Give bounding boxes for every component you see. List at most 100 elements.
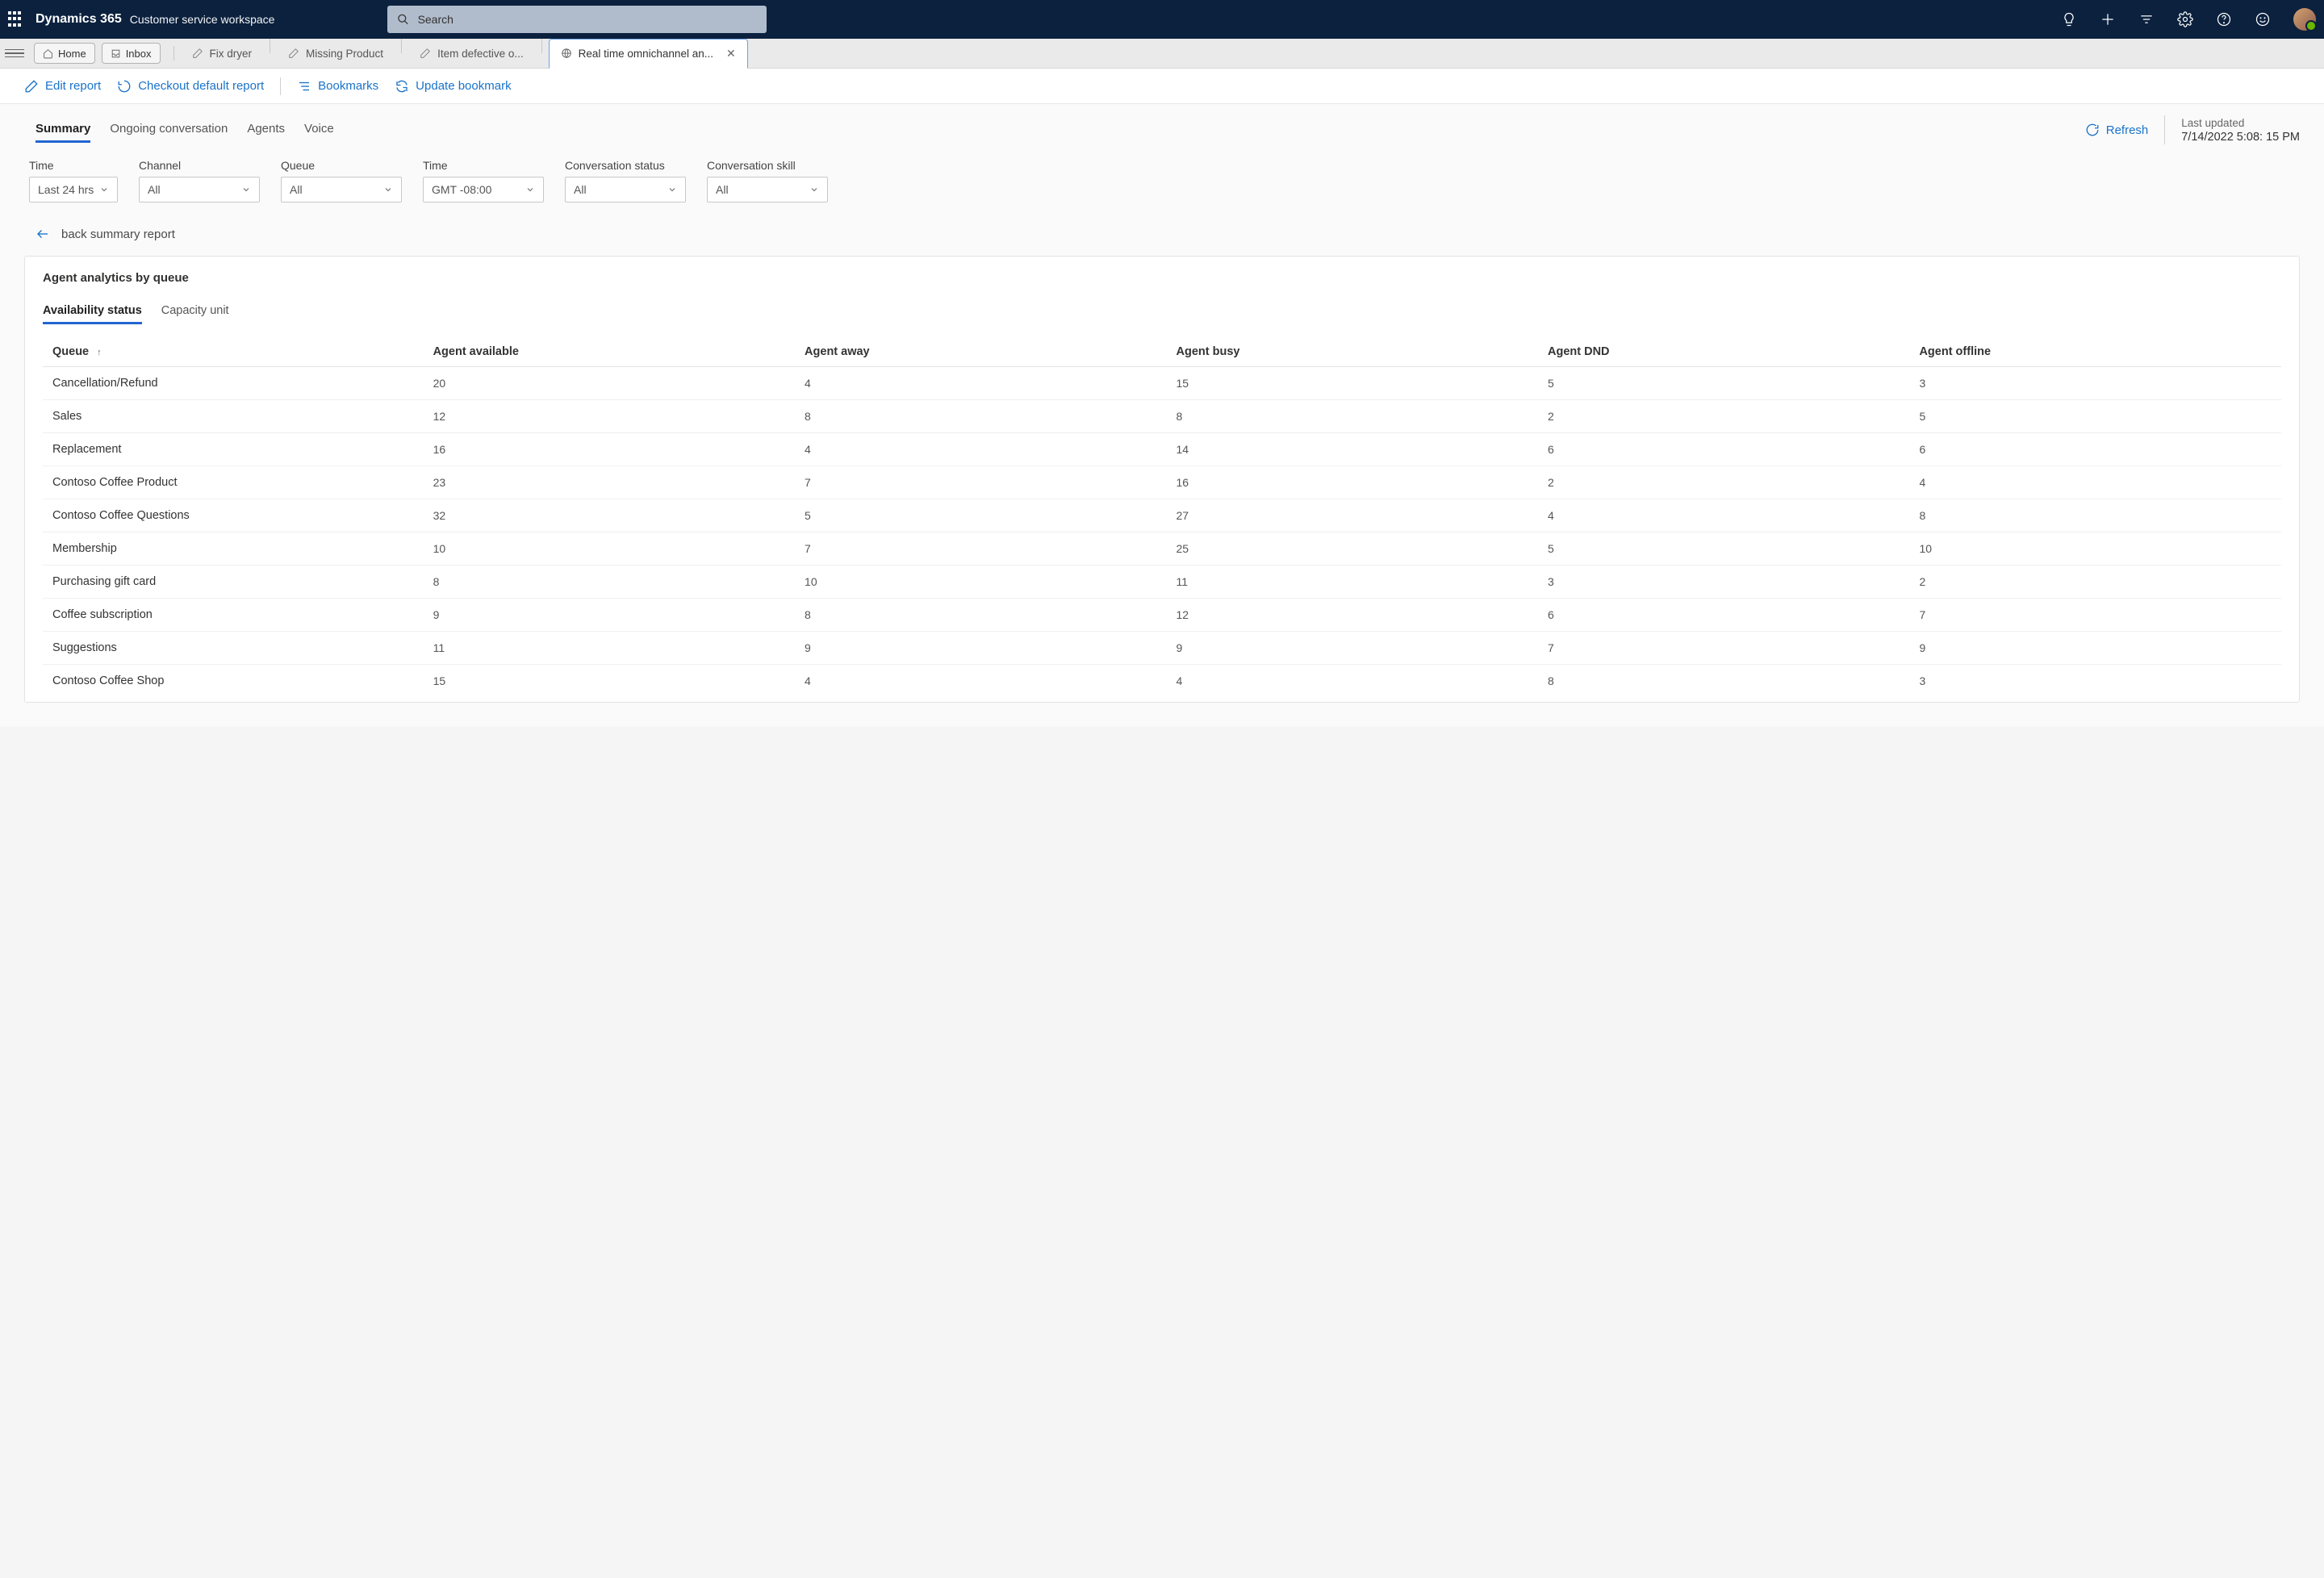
- filter-select[interactable]: All: [707, 177, 828, 202]
- table-header[interactable]: Agent offline: [1909, 337, 2281, 367]
- app-subtitle: Customer service workspace: [130, 13, 275, 26]
- table-cell: 8: [1167, 400, 1538, 433]
- user-avatar[interactable]: [2293, 8, 2316, 31]
- table-header[interactable]: Agent available: [424, 337, 795, 367]
- table-cell: 9: [795, 632, 1166, 665]
- table-cell: 15: [1167, 367, 1538, 400]
- table-cell: Sales: [43, 400, 424, 433]
- last-updated: Last updated 7/14/2022 5:08: 15 PM: [2181, 117, 2300, 144]
- table-row: Purchasing gift card8101132: [43, 566, 2281, 599]
- filter: ChannelAll: [139, 159, 260, 202]
- table-cell: 6: [1909, 433, 2281, 466]
- header-icons: [2061, 8, 2316, 31]
- table-cell: Purchasing gift card: [43, 566, 424, 599]
- table-row: Contoso Coffee Shop154483: [43, 665, 2281, 698]
- bookmarks-button[interactable]: Bookmarks: [297, 79, 378, 94]
- search-icon: [397, 13, 409, 26]
- inbox-label: Inbox: [126, 48, 152, 60]
- gear-icon[interactable]: [2177, 11, 2193, 27]
- chevron-down-icon: [809, 185, 819, 194]
- table-cell: 23: [424, 466, 795, 499]
- workspace-tab[interactable]: Item defective o...: [408, 39, 535, 69]
- table-cell: 25: [1167, 532, 1538, 566]
- table-cell: 6: [1538, 599, 1909, 632]
- chevron-down-icon: [241, 185, 251, 194]
- separator: [2164, 115, 2165, 144]
- chevron-down-icon: [99, 185, 109, 194]
- filter: TimeGMT -08:00: [423, 159, 544, 202]
- workspace-tab[interactable]: Missing Product: [277, 39, 395, 69]
- home-icon: [43, 48, 53, 59]
- menu-icon[interactable]: [5, 44, 24, 63]
- help-icon[interactable]: [2216, 11, 2232, 27]
- table-header[interactable]: Agent DND: [1538, 337, 1909, 367]
- table-header[interactable]: Agent away: [795, 337, 1166, 367]
- filter-select[interactable]: GMT -08:00: [423, 177, 544, 202]
- tab-separator: [401, 39, 402, 53]
- table-row: Suggestions119979: [43, 632, 2281, 665]
- table-cell: 14: [1167, 433, 1538, 466]
- table-cell: 10: [1909, 532, 2281, 566]
- chevron-down-icon: [525, 185, 535, 194]
- lightbulb-icon[interactable]: [2061, 11, 2077, 27]
- refresh-icon: [395, 79, 409, 94]
- emoji-icon[interactable]: [2255, 11, 2271, 27]
- filter-label: Queue: [281, 159, 402, 172]
- table-cell: 4: [1167, 665, 1538, 698]
- workspace-tab[interactable]: Fix dryer: [181, 39, 264, 69]
- ctab-availability[interactable]: Availability status: [43, 299, 142, 324]
- update-bookmark-button[interactable]: Update bookmark: [395, 79, 511, 94]
- filter-label: Conversation status: [565, 159, 686, 172]
- tab-strip: Home Inbox Fix dryer Missing Product Item …: [0, 39, 2324, 69]
- table-cell: 7: [1909, 599, 2281, 632]
- filter-select[interactable]: All: [565, 177, 686, 202]
- card-title: Agent analytics by queue: [43, 271, 2281, 285]
- edit-report-button[interactable]: Edit report: [24, 79, 101, 94]
- tab-agents[interactable]: Agents: [247, 117, 285, 143]
- filter-select[interactable]: All: [139, 177, 260, 202]
- close-icon[interactable]: ✕: [726, 47, 736, 61]
- global-search[interactable]: [387, 6, 767, 33]
- filter-label: Time: [29, 159, 118, 172]
- tab-voice[interactable]: Voice: [304, 117, 334, 143]
- table-cell: 5: [795, 499, 1166, 532]
- tab-ongoing[interactable]: Ongoing conversation: [110, 117, 228, 143]
- refresh-button[interactable]: Refresh: [2085, 123, 2149, 137]
- table-cell: 2: [1538, 466, 1909, 499]
- pencil-icon: [420, 48, 431, 59]
- filter-select[interactable]: Last 24 hrs: [29, 177, 118, 202]
- table-header[interactable]: Queue↑: [43, 337, 424, 367]
- table-cell: 9: [1167, 632, 1538, 665]
- table-row: Contoso Coffee Product2371624: [43, 466, 2281, 499]
- filter-icon[interactable]: [2138, 11, 2155, 27]
- top-header: Dynamics 365 Customer service workspace: [0, 0, 2324, 39]
- report-tabs: Summary Ongoing conversation Agents Voic…: [24, 117, 334, 143]
- search-input[interactable]: [418, 13, 758, 26]
- content-area: Summary Ongoing conversation Agents Voic…: [0, 104, 2324, 727]
- table-row: Cancellation/Refund2041553: [43, 367, 2281, 400]
- bookmarks-icon: [297, 79, 311, 94]
- filter-select[interactable]: All: [281, 177, 402, 202]
- app-launcher-icon[interactable]: [8, 11, 24, 27]
- filter: Time Last 24 hrs: [29, 159, 118, 202]
- tab-summary[interactable]: Summary: [36, 117, 90, 143]
- table-cell: 4: [795, 433, 1166, 466]
- filter: Conversation status All: [565, 159, 686, 202]
- ctab-capacity[interactable]: Capacity unit: [161, 299, 229, 324]
- plus-icon[interactable]: [2100, 11, 2116, 27]
- arrow-left-icon: [36, 227, 50, 241]
- action-bar: Edit report Checkout default report Book…: [0, 69, 2324, 104]
- workspace-tab[interactable]: Real time omnichannel an...✕: [549, 39, 748, 69]
- table-cell: 8: [1538, 665, 1909, 698]
- inbox-chip[interactable]: Inbox: [102, 43, 161, 64]
- action-separator: [280, 77, 281, 95]
- table-cell: Contoso Coffee Questions: [43, 499, 424, 532]
- table-cell: Cancellation/Refund: [43, 367, 424, 400]
- table-row: Membership10725510: [43, 532, 2281, 566]
- checkout-default-button[interactable]: Checkout default report: [117, 79, 264, 94]
- refresh-group: Refresh Last updated 7/14/2022 5:08: 15 …: [2085, 115, 2300, 144]
- table-header[interactable]: Agent busy: [1167, 337, 1538, 367]
- table-cell: 4: [1909, 466, 2281, 499]
- home-chip[interactable]: Home: [34, 43, 95, 64]
- back-link[interactable]: back summary report: [36, 227, 2300, 241]
